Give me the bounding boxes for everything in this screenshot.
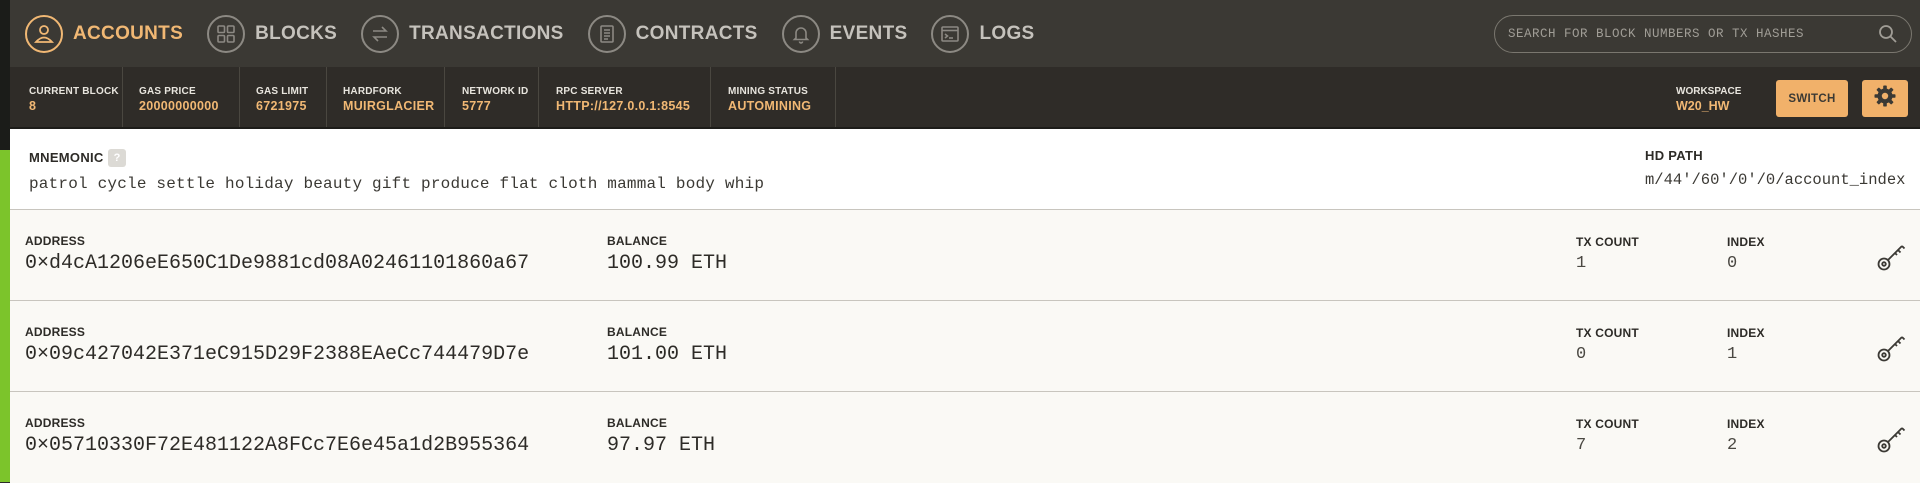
address-label: ADDRESS [25,416,86,430]
stat-value: 5777 [462,99,492,113]
account-balance: 101.00 ETH [607,343,728,366]
key-icon[interactable] [1876,422,1906,454]
nav-label: LOGS [979,22,1035,44]
stat-hardfork: HARDFORK MUIRGLACIER [327,67,445,127]
stat-value: AUTOMINING [728,99,812,113]
window-edge [0,0,10,482]
index-label: INDEX [1727,417,1765,431]
stat-value: 8 [29,99,37,113]
user-icon [25,14,63,53]
index-label: INDEX [1727,326,1765,340]
account-address: 0×d4cA1206eE650C1De9881cd08A02461101860a… [25,252,530,275]
switch-workspace-button[interactable]: SWITCH [1776,80,1848,117]
index-label: INDEX [1727,235,1765,249]
account-index: 1 [1727,345,1738,364]
address-label: ADDRESS [25,234,86,248]
stat-label: NETWORK ID [462,86,529,97]
gear-icon [1873,84,1897,113]
account-index: 2 [1727,436,1738,455]
balance-label: BALANCE [607,325,668,339]
nav-label: ACCOUNTS [73,22,184,44]
stat-value: MUIRGLACIER [343,99,435,113]
workspace-name: W20_HW [1676,99,1730,113]
ganache-app: ACCOUNTS BLOCKS TRANSACTIONS CONTRACTS E… [10,0,1920,483]
search-box[interactable] [1494,15,1912,53]
tx-count-label: TX COUNT [1576,235,1639,249]
stat-value: 6721975 [256,99,307,113]
bell-icon [781,14,820,53]
nav-label: TRANSACTIONS [409,22,564,44]
workspace-label: WORKSPACE [1676,86,1742,97]
account-address: 0×09c427042E371eC915D29F2388EAeCc744479D… [25,343,530,366]
tx-count-label: TX COUNT [1576,326,1639,340]
nav-accounts[interactable]: ACCOUNTS [25,0,183,67]
stat-label: GAS LIMIT [256,86,309,97]
stat-label: RPC SERVER [556,86,623,97]
stat-label: GAS PRICE [139,86,196,97]
stat-label: HARDFORK [343,86,402,97]
stat-value: HTTP://127.0.0.1:8545 [556,99,691,113]
stat-network-id: NETWORK ID 5777 [445,67,539,127]
top-nav: ACCOUNTS BLOCKS TRANSACTIONS CONTRACTS E… [10,0,1920,67]
account-tx-count: 7 [1576,436,1587,455]
search-input[interactable] [1495,26,1877,42]
stat-mining-status: MINING STATUS AUTOMINING [711,67,836,127]
blocks-grid-icon [207,14,246,53]
address-label: ADDRESS [25,325,86,339]
nav-label: CONTRACTS [635,22,758,44]
hd-path-value: m/44'/60'/0'/0/account_index [1645,171,1906,189]
account-address: 0×05710330F72E481122A8FCc7E6e45a1d2B9553… [25,434,530,457]
key-icon[interactable] [1876,331,1906,363]
stat-gas-price: GAS PRICE 20000000000 [123,67,240,127]
account-tx-count: 0 [1576,345,1587,364]
mnemonic-phrase: patrol cycle settle holiday beauty gift … [29,175,765,193]
mnemonic-help-icon[interactable]: ? [108,149,126,167]
nav-transactions[interactable]: TRANSACTIONS [361,0,564,67]
nav-label: BLOCKS [255,22,338,44]
account-row[interactable]: ADDRESS 0×05710330F72E481122A8FCc7E6e45a… [10,392,1920,483]
nav-blocks[interactable]: BLOCKS [207,0,337,67]
stat-rpc-server: RPC SERVER HTTP://127.0.0.1:8545 [539,67,711,127]
balance-label: BALANCE [607,234,668,248]
balance-label: BALANCE [607,416,668,430]
stat-current-block: CURRENT BLOCK 8 [10,67,123,127]
nav-logs[interactable]: LOGS [931,0,1034,67]
account-row[interactable]: ADDRESS 0×09c427042E371eC915D29F2388EAeC… [10,301,1920,392]
account-balance: 100.99 ETH [607,252,728,275]
mnemonic-panel: MNEMONIC ? patrol cycle settle holiday b… [10,129,1920,210]
stat-gas-limit: GAS LIMIT 6721975 [240,67,327,127]
nav-label: EVENTS [829,22,908,44]
account-balance: 97.97 ETH [607,434,716,457]
stat-label: MINING STATUS [728,86,809,97]
account-index: 0 [1727,254,1738,273]
search-icon[interactable] [1877,23,1899,45]
stat-label: CURRENT BLOCK [29,86,119,97]
swap-arrows-icon [361,14,400,53]
account-tx-count: 1 [1576,254,1587,273]
settings-button[interactable] [1862,80,1908,117]
window-edge-accent [0,150,10,482]
key-icon[interactable] [1876,240,1906,272]
nav-events[interactable]: EVENTS [781,0,908,67]
mnemonic-label: MNEMONIC [29,150,104,165]
hd-path-label: HD PATH [1645,148,1703,163]
nav-contracts[interactable]: CONTRACTS [587,0,758,67]
document-icon [587,14,626,53]
tx-count-label: TX COUNT [1576,417,1639,431]
account-row[interactable]: ADDRESS 0×d4cA1206eE650C1De9881cd08A0246… [10,210,1920,301]
status-bar: CURRENT BLOCK 8 GAS PRICE 20000000000 GA… [10,67,1920,129]
stat-value: 20000000000 [139,99,219,113]
terminal-icon [931,14,970,53]
